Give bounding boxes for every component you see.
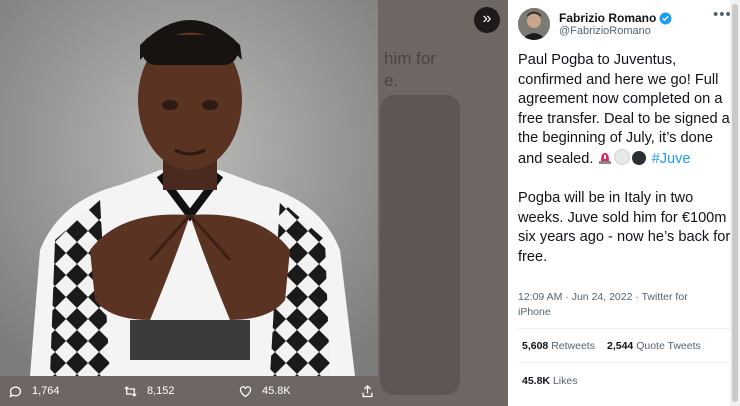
like-action[interactable]: 45.8K (238, 376, 291, 406)
hashtag-juve-link[interactable]: #Juve (652, 151, 691, 167)
retweet-icon (124, 385, 137, 397)
siren-emoji-icon (598, 152, 611, 164)
tweet-metadata: 12:09 AM · Jun 24, 2022 · Twitter for iP… (518, 291, 688, 318)
author-name-text: Fabrizio Romano (559, 11, 657, 25)
background-card (380, 95, 460, 395)
share-action[interactable] (360, 376, 384, 406)
more-options-icon[interactable]: ••• (713, 6, 732, 23)
avatar-image (518, 8, 550, 40)
tweet-text: Paul Pogba to Juventus, confirmed and he… (518, 51, 734, 267)
divider (518, 362, 734, 363)
author-handle[interactable]: @FabrizioRomano (559, 25, 651, 37)
quote-tweets-stat[interactable]: 2,544 Quote Tweets (607, 340, 701, 352)
player-photo (0, 0, 378, 376)
chevrons-right-icon: » (482, 10, 492, 27)
tweet-time[interactable]: 12:09 AM (518, 291, 562, 303)
like-count: 45.8K (262, 385, 291, 397)
avatar[interactable] (518, 8, 550, 40)
tweet-detail-panel: Fabrizio Romano @FabrizioRomano ••• Paul… (508, 0, 740, 406)
scrollbar-thumb[interactable] (732, 4, 738, 402)
tweet-paragraph-2: Pogba will be in Italy in two weeks. Juv… (518, 190, 731, 265)
reply-action[interactable]: 1,764 (8, 376, 60, 406)
reply-icon (9, 386, 22, 398)
black-circle-emoji-icon (631, 150, 646, 165)
background-text: him for e. (384, 49, 436, 90)
expand-panel-button[interactable]: » (474, 7, 500, 33)
engagement-stats: 5,608 Retweets 2,544 Quote Tweets (522, 340, 701, 352)
tweet-paragraph-1: Paul Pogba to Juventus, confirmed and he… (518, 52, 734, 167)
retweets-stat[interactable]: 5,608 Retweets (522, 340, 595, 352)
reply-count: 1,764 (32, 385, 60, 397)
likes-stat[interactable]: 45.8K Likes (522, 375, 577, 387)
share-icon (362, 384, 373, 397)
retweet-count: 8,152 (147, 385, 175, 397)
divider (518, 328, 734, 329)
heart-icon (239, 385, 252, 397)
media-action-bar: 1,764 8,152 45.8K (0, 376, 508, 406)
tweet-media-image[interactable] (0, 0, 378, 376)
white-circle-emoji-icon (613, 148, 630, 165)
tweet-date[interactable]: Jun 24, 2022 (572, 291, 633, 303)
verified-badge-icon (659, 12, 672, 24)
retweet-action[interactable]: 8,152 (123, 376, 175, 406)
author-name[interactable]: Fabrizio Romano (559, 11, 672, 25)
